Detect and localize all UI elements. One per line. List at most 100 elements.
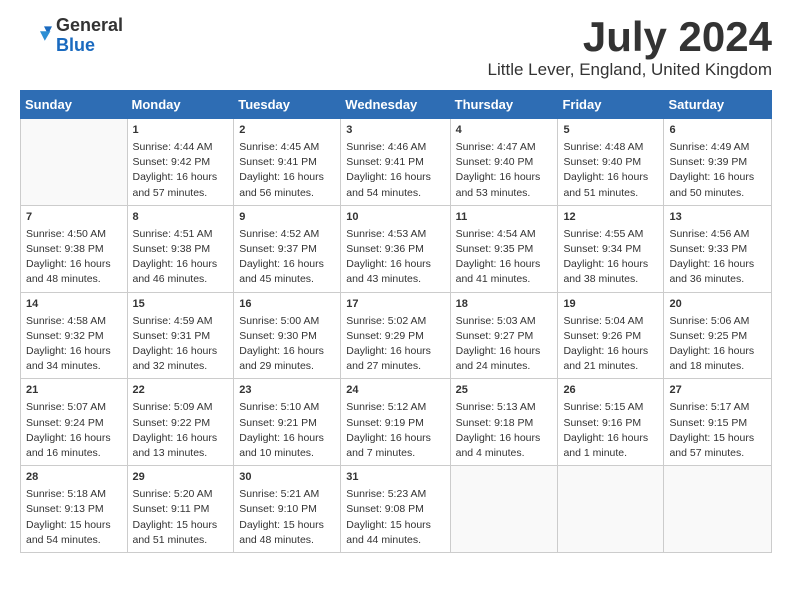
cell-info: and 13 minutes.	[133, 446, 229, 461]
cell-info: Daylight: 15 hours	[133, 518, 229, 533]
calendar-cell: 7Sunrise: 4:50 AMSunset: 9:38 PMDaylight…	[21, 205, 128, 292]
cell-info: Sunrise: 5:23 AM	[346, 487, 444, 502]
day-number: 4	[456, 123, 553, 139]
cell-info: Sunset: 9:32 PM	[26, 329, 122, 344]
day-number: 7	[26, 210, 122, 226]
cell-info: Daylight: 16 hours	[346, 431, 444, 446]
cell-info: Daylight: 16 hours	[133, 257, 229, 272]
cell-info: Daylight: 16 hours	[456, 257, 553, 272]
day-number: 24	[346, 383, 444, 399]
title-area: July 2024 Little Lever, England, United …	[488, 16, 772, 80]
calendar-cell: 8Sunrise: 4:51 AMSunset: 9:38 PMDaylight…	[127, 205, 234, 292]
cell-info: Sunset: 9:18 PM	[456, 416, 553, 431]
cell-info: Daylight: 16 hours	[346, 257, 444, 272]
cell-info: Sunset: 9:41 PM	[346, 155, 444, 170]
cell-info: and 46 minutes.	[133, 272, 229, 287]
cell-info: and 56 minutes.	[239, 186, 335, 201]
cell-info: Sunrise: 4:58 AM	[26, 314, 122, 329]
calendar-cell: 30Sunrise: 5:21 AMSunset: 9:10 PMDayligh…	[234, 466, 341, 553]
month-title: July 2024	[488, 16, 772, 58]
cell-info: Sunset: 9:24 PM	[26, 416, 122, 431]
logo-icon	[20, 20, 52, 52]
day-number: 3	[346, 123, 444, 139]
cell-info: and 54 minutes.	[346, 186, 444, 201]
cell-info: and 36 minutes.	[669, 272, 766, 287]
cell-info: and 4 minutes.	[456, 446, 553, 461]
cell-info: Sunrise: 5:07 AM	[26, 400, 122, 415]
cell-info: Sunset: 9:19 PM	[346, 416, 444, 431]
day-number: 8	[133, 210, 229, 226]
cell-info: and 53 minutes.	[456, 186, 553, 201]
page-header: General Blue July 2024 Little Lever, Eng…	[20, 16, 772, 80]
cell-info: Daylight: 16 hours	[239, 170, 335, 185]
cell-info: Daylight: 16 hours	[563, 257, 658, 272]
day-number: 11	[456, 210, 553, 226]
day-number: 17	[346, 297, 444, 313]
calendar-cell: 26Sunrise: 5:15 AMSunset: 9:16 PMDayligh…	[558, 379, 664, 466]
cell-info: Sunrise: 5:17 AM	[669, 400, 766, 415]
cell-info: Sunrise: 5:21 AM	[239, 487, 335, 502]
cell-info: and 34 minutes.	[26, 359, 122, 374]
cell-info: Daylight: 16 hours	[563, 344, 658, 359]
cell-info: Daylight: 16 hours	[669, 170, 766, 185]
cell-info: and 57 minutes.	[669, 446, 766, 461]
cell-info: Sunrise: 4:47 AM	[456, 140, 553, 155]
cell-info: Daylight: 16 hours	[133, 344, 229, 359]
cell-info: and 1 minute.	[563, 446, 658, 461]
cell-info: Daylight: 15 hours	[669, 431, 766, 446]
day-number: 16	[239, 297, 335, 313]
calendar-cell: 29Sunrise: 5:20 AMSunset: 9:11 PMDayligh…	[127, 466, 234, 553]
cell-info: Sunset: 9:39 PM	[669, 155, 766, 170]
calendar-cell	[21, 119, 128, 206]
cell-info: Sunrise: 5:18 AM	[26, 487, 122, 502]
cell-info: Sunset: 9:11 PM	[133, 502, 229, 517]
calendar-cell: 14Sunrise: 4:58 AMSunset: 9:32 PMDayligh…	[21, 292, 128, 379]
day-number: 10	[346, 210, 444, 226]
cell-info: and 24 minutes.	[456, 359, 553, 374]
calendar-week-row: 21Sunrise: 5:07 AMSunset: 9:24 PMDayligh…	[21, 379, 772, 466]
cell-info: Sunset: 9:27 PM	[456, 329, 553, 344]
cell-info: and 7 minutes.	[346, 446, 444, 461]
cell-info: Sunrise: 4:52 AM	[239, 227, 335, 242]
cell-info: Sunset: 9:13 PM	[26, 502, 122, 517]
cell-info: Sunset: 9:26 PM	[563, 329, 658, 344]
calendar-cell: 17Sunrise: 5:02 AMSunset: 9:29 PMDayligh…	[341, 292, 450, 379]
day-number: 13	[669, 210, 766, 226]
cell-info: and 41 minutes.	[456, 272, 553, 287]
cell-info: Sunrise: 4:55 AM	[563, 227, 658, 242]
cell-info: Daylight: 16 hours	[239, 257, 335, 272]
cell-info: Sunrise: 4:56 AM	[669, 227, 766, 242]
calendar-week-row: 14Sunrise: 4:58 AMSunset: 9:32 PMDayligh…	[21, 292, 772, 379]
day-number: 29	[133, 470, 229, 486]
cell-info: and 48 minutes.	[239, 533, 335, 548]
calendar-cell: 13Sunrise: 4:56 AMSunset: 9:33 PMDayligh…	[664, 205, 772, 292]
cell-info: and 10 minutes.	[239, 446, 335, 461]
day-number: 9	[239, 210, 335, 226]
cell-info: Daylight: 16 hours	[26, 257, 122, 272]
cell-info: Daylight: 15 hours	[239, 518, 335, 533]
weekday-header-row: SundayMondayTuesdayWednesdayThursdayFrid…	[21, 91, 772, 119]
cell-info: Daylight: 15 hours	[346, 518, 444, 533]
cell-info: Sunset: 9:10 PM	[239, 502, 335, 517]
cell-info: and 57 minutes.	[133, 186, 229, 201]
cell-info: Daylight: 16 hours	[456, 431, 553, 446]
cell-info: and 21 minutes.	[563, 359, 658, 374]
weekday-header: Saturday	[664, 91, 772, 119]
calendar-cell: 18Sunrise: 5:03 AMSunset: 9:27 PMDayligh…	[450, 292, 558, 379]
cell-info: Sunrise: 5:09 AM	[133, 400, 229, 415]
cell-info: Daylight: 16 hours	[346, 170, 444, 185]
weekday-header: Tuesday	[234, 91, 341, 119]
cell-info: Sunset: 9:42 PM	[133, 155, 229, 170]
day-number: 23	[239, 383, 335, 399]
calendar-cell: 3Sunrise: 4:46 AMSunset: 9:41 PMDaylight…	[341, 119, 450, 206]
cell-info: Sunrise: 5:00 AM	[239, 314, 335, 329]
cell-info: Daylight: 16 hours	[133, 431, 229, 446]
weekday-header: Monday	[127, 91, 234, 119]
calendar-cell: 1Sunrise: 4:44 AMSunset: 9:42 PMDaylight…	[127, 119, 234, 206]
cell-info: Daylight: 16 hours	[26, 344, 122, 359]
cell-info: Sunrise: 4:44 AM	[133, 140, 229, 155]
calendar-cell	[558, 466, 664, 553]
cell-info: Sunset: 9:31 PM	[133, 329, 229, 344]
cell-info: Daylight: 16 hours	[346, 344, 444, 359]
day-number: 28	[26, 470, 122, 486]
